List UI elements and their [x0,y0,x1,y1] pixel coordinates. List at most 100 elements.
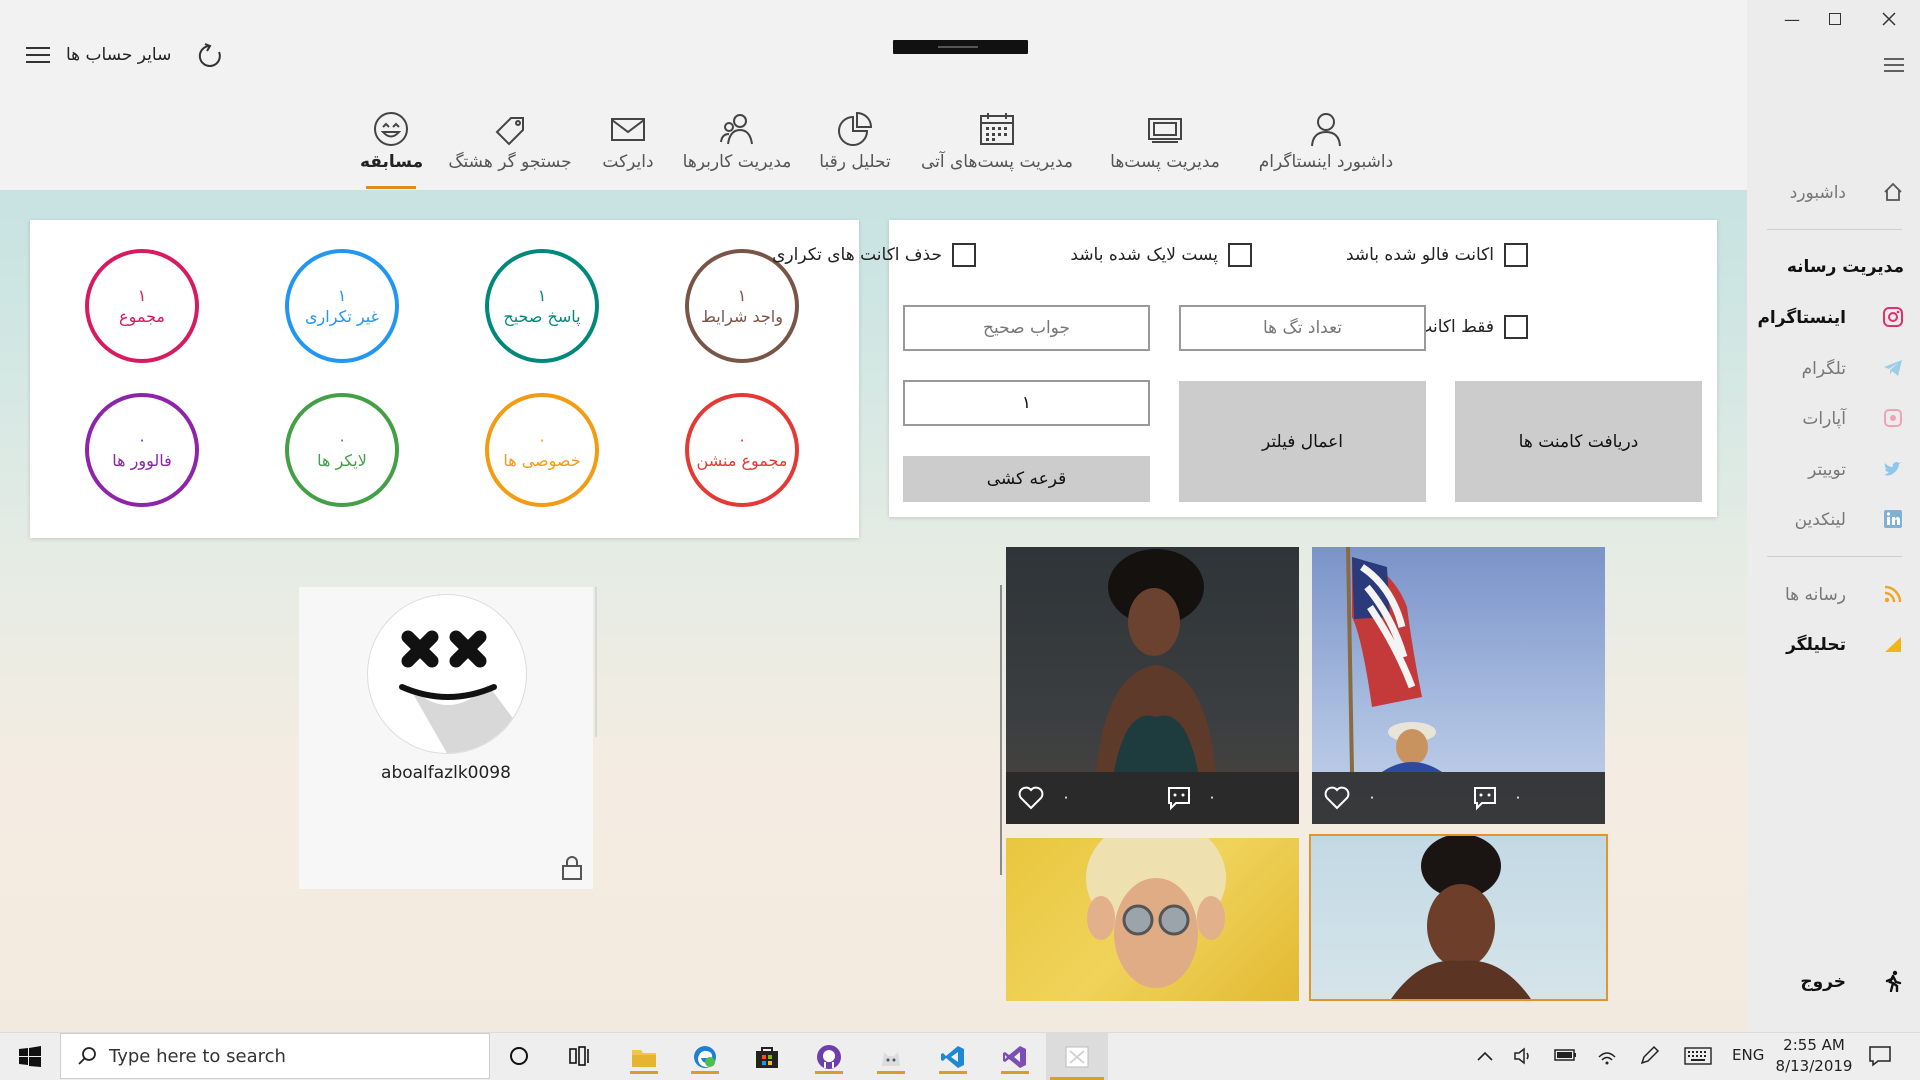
clock[interactable]: 2:55 AM 8/13/2019 [1772,1035,1856,1077]
stat-label: غیر تکراری [305,307,379,326]
tab-competitor-analysis[interactable]: تحلیل رقبا [812,110,898,180]
tab-user-management[interactable]: مدیریت کاربرها [676,110,798,180]
cortana-icon[interactable] [508,1045,530,1067]
comment-count: ۰ [1514,788,1523,806]
media-heading: مدیریت رسانه [1786,257,1904,277]
tag-icon [495,117,524,146]
battery-icon[interactable] [1554,1047,1578,1063]
stat-value: ۱ [537,286,547,305]
sidebar-item-telegram[interactable]: تلگرام [1747,354,1920,384]
sidebar-item-dashboard[interactable]: داشبورد [1747,178,1920,208]
aparat-icon [1884,409,1902,427]
sidebar-item-twitter[interactable]: توییتر [1747,455,1920,485]
pie-chart-icon [838,111,873,146]
remove-duplicates-filter[interactable]: حذف اکانت های تکراری [772,243,976,267]
followed-filter[interactable]: اکانت فالو شده باشد [1346,243,1528,267]
sidebar-item-media[interactable]: رسانه ها [1747,580,1920,610]
heart-icon[interactable] [1018,786,1044,810]
tab-scheduled-posts[interactable]: مدیریت پست‌های آتی [912,110,1082,180]
comment-icon[interactable] [1166,785,1192,811]
sidebar-item-instagram[interactable]: اینستاگرام [1747,303,1920,333]
photos-scrollbar[interactable] [1000,585,1002,875]
photo-card[interactable] [1006,838,1299,1001]
liked-filter[interactable]: پست لایک شده باشد [1070,243,1252,267]
tab-hashtag-search[interactable]: جستجو گر هشتگ [440,110,580,180]
heart-icon[interactable] [1324,786,1350,810]
maximize-button[interactable] [1829,13,1841,25]
lock-icon [562,856,582,880]
tab-post-management[interactable]: مدیریت پست‌ها [1098,110,1232,180]
taskbar-visual-studio[interactable] [997,1040,1033,1074]
stat-label: خصوصی ها [503,451,581,470]
taskbar-store[interactable] [749,1040,785,1074]
app-icon [882,1052,900,1066]
taskbar-github[interactable] [811,1040,847,1074]
calendar-icon [980,113,1014,145]
accounts-label: سایر حساب ها [66,45,172,65]
winner-scrollbar[interactable] [595,587,597,737]
posts-icon [1148,118,1182,143]
stat-label: مجموع منشن [696,451,788,470]
private-only-checkbox[interactable] [1504,315,1528,339]
winner-card[interactable]: aboalfazlk0098 [299,587,593,889]
volume-icon[interactable] [1512,1045,1534,1067]
sidebar-item-aparat[interactable]: آپارات [1747,404,1920,434]
get-comments-button[interactable]: دریافت کامنت ها [1455,381,1702,502]
clock-time: 2:55 AM [1783,1036,1845,1054]
drag-handle[interactable] [893,40,1028,54]
visual-studio-icon [1003,1046,1026,1068]
sidebar-item-linkedin[interactable]: لینکدین [1747,505,1920,535]
sidebar-item-analytics[interactable]: تحلیلگر [1747,630,1920,660]
task-view-icon[interactable] [568,1044,592,1068]
language-indicator[interactable]: ENG [1732,1046,1764,1064]
followed-checkbox[interactable] [1504,243,1528,267]
liked-checkbox[interactable] [1228,243,1252,267]
stat-circle: ۰ لایکر ها [285,393,399,507]
taskbar-search-box[interactable]: Type here to search [60,1033,490,1079]
accounts-menu[interactable]: سایر حساب ها [26,40,171,70]
stat-circle: ۱ پاسخ صحیح [485,249,599,363]
tab-contest[interactable]: مسابقه [360,110,423,180]
taskbar-app-cat[interactable] [873,1040,909,1074]
taskbar-vscode[interactable] [935,1040,971,1074]
stat-label: پاسخ صحیح [503,307,581,326]
users-icon [720,114,753,145]
divider [1767,229,1902,230]
correct-answer-input[interactable]: جواب صحیح [903,305,1150,351]
stat-value: ۱ [337,286,347,305]
keyboard-icon[interactable] [1684,1047,1712,1065]
photo-card[interactable]: ۰ ۰ [1312,547,1605,824]
windows-start-icon[interactable] [19,1046,41,1068]
wifi-icon[interactable] [1596,1045,1618,1067]
hamburger-icon[interactable] [1884,57,1904,73]
search-icon [78,1047,96,1065]
remove-duplicates-checkbox[interactable] [952,243,976,267]
pen-icon[interactable] [1638,1045,1660,1067]
draw-button[interactable]: قرعه کشی [903,456,1150,502]
linkedin-icon [1884,510,1902,528]
photo-card-selected[interactable] [1309,834,1608,1001]
tab-direct[interactable]: دایرکت [596,110,660,180]
apply-filter-button[interactable]: اعمال فیلتر [1179,381,1426,502]
app-window-icon [1065,1046,1089,1067]
taskbar-file-explorer[interactable] [626,1040,662,1074]
minimize-button[interactable]: — [1777,10,1807,30]
rss-icon [1884,585,1902,603]
notifications-icon[interactable] [1868,1045,1892,1067]
taskbar-active-app[interactable] [1046,1033,1108,1080]
winners-count-input[interactable]: ۱ [903,380,1150,426]
github-icon [817,1045,841,1069]
user-icon [1311,113,1341,147]
tab-instagram-dashboard[interactable]: داشبورد اینستاگرام [1246,110,1406,180]
stat-value: ۰ [737,430,747,449]
photo-card[interactable]: ۰ ۰ [1006,547,1299,824]
exit-button[interactable]: خروج [1747,967,1920,997]
taskbar-edge[interactable] [687,1040,723,1074]
chevron-up-icon[interactable] [1476,1050,1494,1062]
tag-count-input[interactable]: تعداد تگ ها [1179,305,1426,351]
edge-browser-icon [694,1046,716,1068]
comment-icon[interactable] [1472,785,1498,811]
photo-stats-bar: ۰ ۰ [1006,772,1299,824]
refresh-icon[interactable] [196,42,224,70]
close-icon[interactable] [1882,12,1896,26]
